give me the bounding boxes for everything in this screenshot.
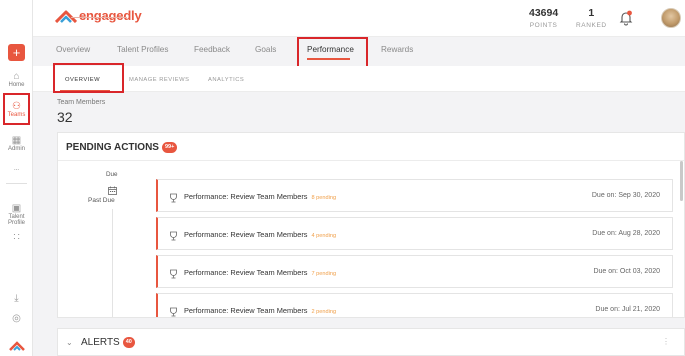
pending-actions-scrollbar[interactable] xyxy=(680,161,683,201)
team-members-count: 32 xyxy=(57,109,73,125)
left-sidebar: + ⌂ Home ⚇ Teams ▦ Admin ... ▣ Talent Pr… xyxy=(0,0,33,356)
past-due-label: Past Due xyxy=(88,197,115,204)
ranked-value: 1 xyxy=(588,7,595,19)
pending-action-title: Performance: Review Team Members 8 pendin… xyxy=(184,192,336,201)
user-avatar[interactable] xyxy=(661,8,681,28)
sidebar-divider xyxy=(6,183,27,184)
pending-action-title-text: Performance: Review Team Members xyxy=(184,230,308,239)
sidebar-item-admin[interactable]: ▦ Admin xyxy=(0,135,33,152)
add-icon[interactable]: + xyxy=(8,44,25,61)
alerts-title: ALERTS xyxy=(81,337,120,348)
top-header: engagedly 43694 POINTS 1 RANKED xyxy=(33,0,685,37)
trophy-icon xyxy=(169,266,178,284)
subtab-manage-reviews[interactable]: MANAGE REVIEWS xyxy=(129,77,189,83)
due-date: Due on: Oct 03, 2020 xyxy=(593,268,660,275)
sidebar-item-label: Admin xyxy=(7,146,25,152)
sidebar-item-help[interactable]: ◎ xyxy=(0,313,33,324)
help-icon: ◎ xyxy=(12,313,21,324)
due-date: Due on: Aug 28, 2020 xyxy=(592,230,660,237)
logo-tagline xyxy=(71,17,127,18)
sidebar-item-label: Talent Profile xyxy=(7,214,25,226)
tab-goals[interactable]: Goals xyxy=(255,45,276,54)
pending-action-row[interactable]: Performance: Review Team Members 4 pendin… xyxy=(156,217,673,250)
pending-action-row[interactable]: Performance: Review Team Members 2 pendin… xyxy=(156,293,673,317)
logo-text: engagedly xyxy=(79,8,142,23)
card-divider xyxy=(58,160,684,161)
pending-action-row[interactable]: Performance: Review Team Members 7 pendin… xyxy=(156,255,673,288)
trophy-icon xyxy=(169,228,178,246)
logo-arrow-icon xyxy=(55,10,77,23)
sub-tabs: OVERVIEW MANAGE REVIEWS ANALYTICS xyxy=(33,66,685,92)
sidebar-logo-mark xyxy=(0,339,33,353)
points-value: 43694 xyxy=(529,7,559,19)
pending-actions-title: PENDING ACTIONS xyxy=(66,142,159,153)
pending-actions-header: PENDING ACTIONS 99+ xyxy=(66,142,178,153)
due-date: Due on: Sep 30, 2020 xyxy=(591,192,660,199)
pending-action-title: Performance: Review Team Members 4 pendin… xyxy=(184,230,336,239)
sidebar-item-home[interactable]: ⌂ Home xyxy=(0,71,33,88)
more-icon: ... xyxy=(13,166,19,172)
points-label: POINTS xyxy=(529,22,558,29)
pending-action-title-text: Performance: Review Team Members xyxy=(184,268,308,277)
timeline-line xyxy=(112,209,113,317)
tab-feedback[interactable]: Feedback xyxy=(194,45,230,54)
pending-action-title: Performance: Review Team Members 7 pendin… xyxy=(184,268,336,277)
sidebar-item-download[interactable]: ⤓ xyxy=(0,293,33,304)
points-stat: 43694 POINTS xyxy=(529,7,558,29)
due-label: Due xyxy=(106,171,118,178)
alerts-card[interactable]: ⌄ ALERTS 40 ⋮ xyxy=(57,328,685,356)
trophy-icon xyxy=(169,304,178,317)
tab-overview[interactable]: Overview xyxy=(56,45,90,54)
download-icon: ⤓ xyxy=(14,293,19,304)
sidebar-item-label: Home xyxy=(8,82,25,88)
trophy-icon xyxy=(169,190,178,208)
pending-action-title: Performance: Review Team Members 2 pendin… xyxy=(184,306,336,315)
pending-count: 4 pending xyxy=(311,233,337,239)
notification-bell-icon[interactable] xyxy=(619,10,633,31)
alerts-badge: 40 xyxy=(122,337,135,348)
pending-count: 8 pending xyxy=(311,195,337,201)
pending-action-row[interactable]: Performance: Review Team Members 8 pendin… xyxy=(156,179,673,212)
pending-count: 7 pending xyxy=(311,271,337,277)
logo-mark-icon xyxy=(8,341,25,351)
due-date: Due on: Jul 21, 2020 xyxy=(595,306,660,313)
ranked-label: RANKED xyxy=(576,22,607,29)
pending-count: 2 pending xyxy=(311,309,337,315)
engagedly-logo[interactable]: engagedly xyxy=(55,8,142,23)
apps-grid-icon: ∷ xyxy=(13,232,20,243)
alerts-header: ALERTS 40 xyxy=(81,337,135,348)
talent-profile-icon: ▣ xyxy=(11,203,22,214)
tab-rewards[interactable]: Rewards xyxy=(381,45,413,54)
sidebar-item-more[interactable]: ... xyxy=(0,166,33,172)
home-icon: ⌂ xyxy=(13,71,20,82)
tab-talent-profiles[interactable]: Talent Profiles xyxy=(117,45,168,54)
pending-action-title-text: Performance: Review Team Members xyxy=(184,192,308,201)
pending-actions-card: PENDING ACTIONS 99+ Due Past Due Perform… xyxy=(57,132,685,318)
admin-icon: ▦ xyxy=(11,135,22,146)
ranked-stat: 1 RANKED xyxy=(576,7,607,29)
pending-action-title-text: Performance: Review Team Members xyxy=(184,306,308,315)
annotation-highlight-teams xyxy=(3,93,30,125)
kebab-menu-icon[interactable]: ⋮ xyxy=(662,337,670,346)
pending-actions-badge: 99+ xyxy=(161,142,178,153)
sidebar-item-talent-profile[interactable]: ▣ Talent Profile xyxy=(0,203,33,226)
subtab-analytics[interactable]: ANALYTICS xyxy=(208,77,244,83)
annotation-highlight-overview xyxy=(53,63,124,93)
sidebar-item-apps[interactable]: ∷ xyxy=(0,232,33,243)
team-members-label: Team Members xyxy=(57,99,106,106)
chevron-down-icon[interactable]: ⌄ xyxy=(66,338,73,347)
